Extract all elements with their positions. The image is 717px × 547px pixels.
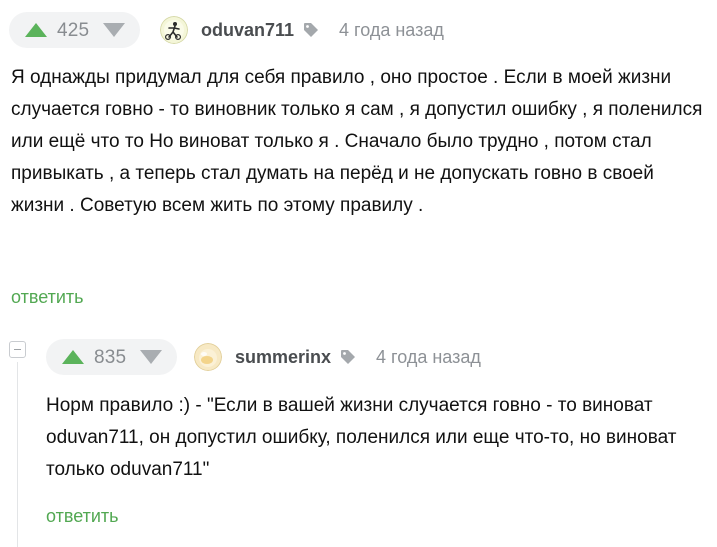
vote-control: 425 xyxy=(9,12,140,48)
comment-text: Я однажды придумал для себя правило , он… xyxy=(11,67,703,216)
comment-score: 425 xyxy=(57,20,90,41)
vote-control: 835 xyxy=(46,339,177,375)
comment-time[interactable]: 4 года назад xyxy=(339,20,444,41)
downvote-icon[interactable] xyxy=(103,23,125,37)
comment-text: Норм правило :) - "Если в вашей жизни сл… xyxy=(46,395,677,480)
comment-time[interactable]: 4 года назад xyxy=(376,347,481,368)
reply-button[interactable]: ответить xyxy=(46,506,119,527)
avatar[interactable] xyxy=(194,343,222,371)
reply-button[interactable]: ответить xyxy=(11,287,84,308)
tag-icon[interactable] xyxy=(303,22,319,38)
comment-score: 835 xyxy=(94,347,127,368)
upvote-icon[interactable] xyxy=(25,23,47,37)
collapse-thread-button[interactable] xyxy=(9,341,26,358)
upvote-icon[interactable] xyxy=(62,350,84,364)
comment-header: summerinx 4 года назад xyxy=(194,342,481,372)
thread-line[interactable] xyxy=(17,362,18,547)
username[interactable]: oduvan711 xyxy=(201,20,294,41)
downvote-icon[interactable] xyxy=(140,350,162,364)
avatar[interactable] xyxy=(160,16,188,44)
comment-header: oduvan711 4 года назад xyxy=(160,15,444,45)
username[interactable]: summerinx xyxy=(235,347,331,368)
tag-icon[interactable] xyxy=(340,349,356,365)
